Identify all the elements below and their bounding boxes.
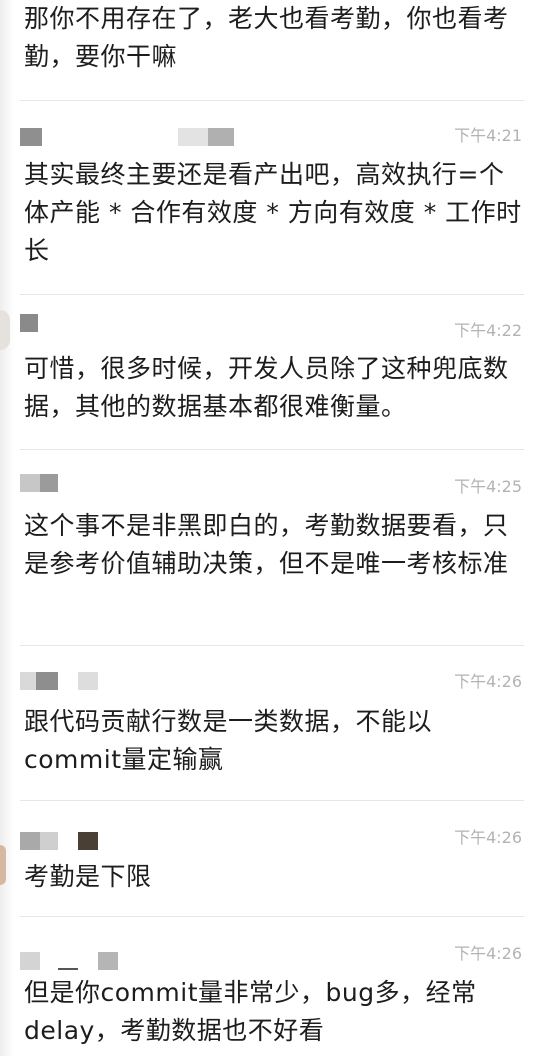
message-text: 那你不用存在了，老大也看考勤，你也看考勤，要你干嘛 — [24, 4, 509, 71]
message-separator — [20, 916, 524, 917]
left-edge-shadow — [0, 0, 14, 1056]
message-separator — [20, 645, 524, 646]
message-timestamp: 下午4:22 — [454, 321, 522, 340]
message-text: 考勤是下限 — [24, 862, 152, 891]
avatar — [0, 310, 10, 350]
message-separator — [20, 800, 524, 801]
message-separator — [20, 294, 524, 295]
message-timestamp: 下午4:25 — [454, 477, 522, 496]
avatar — [0, 845, 6, 885]
message-text: 其实最终主要还是看产出吧，高效执行=个体产能 * 合作有效度 * 方向有效度 *… — [24, 160, 522, 265]
message-separator — [20, 449, 524, 450]
message-timestamp: 下午4:26 — [454, 672, 522, 691]
message-text: 跟代码贡献行数是一类数据，不能以commit量定输赢 — [24, 707, 433, 774]
message-text: 这个事不是非黑即白的，考勤数据要看，只是参考价值辅助决策，但不是唯一考核标准 — [24, 511, 509, 578]
message-timestamp: 下午4:26 — [454, 944, 522, 963]
message-separator — [20, 100, 524, 101]
message-timestamp: 下午4:21 — [454, 126, 522, 145]
message-text: 可惜，很多时候，开发人员除了这种兜底数据，其他的数据基本都很难衡量。 — [24, 354, 509, 421]
message-timestamp: 下午4:26 — [454, 828, 522, 847]
sender-name-redacted — [20, 314, 38, 332]
message-text: 但是你commit量非常少，bug多，经常delay，考勤数据也不好看 — [24, 978, 477, 1045]
